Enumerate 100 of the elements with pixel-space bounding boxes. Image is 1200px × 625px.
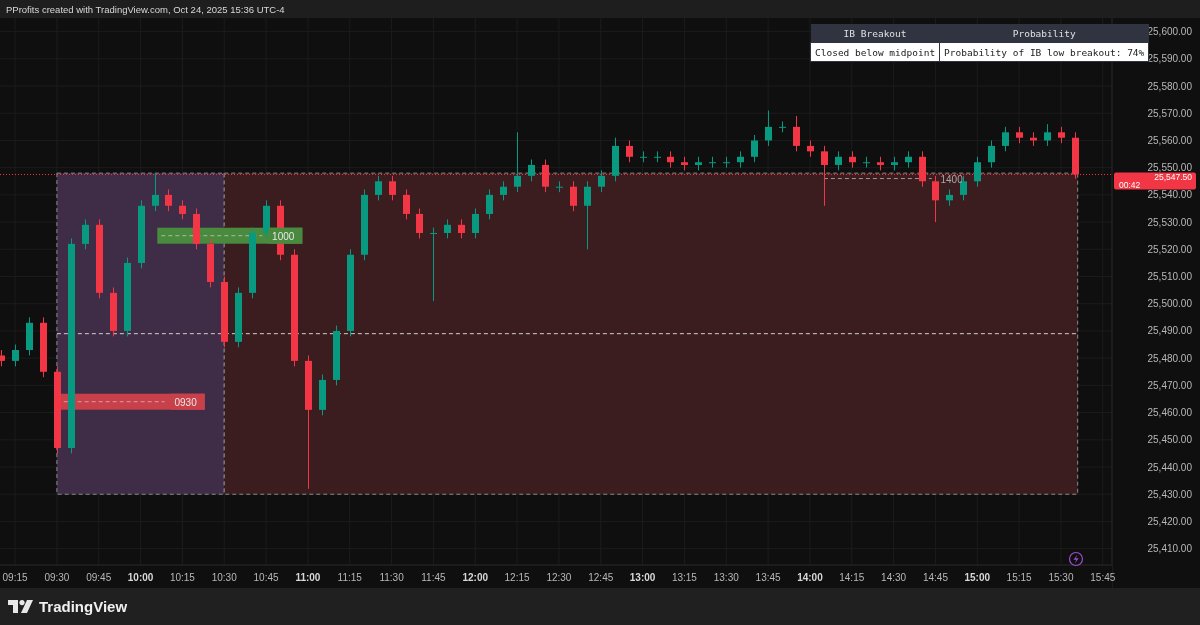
candle [891,156,898,171]
candle [444,218,451,239]
time-label: 13:00 [629,572,656,583]
candle [110,286,117,337]
price-label: 25,550.00 [1147,162,1192,174]
price-label: 25,410.00 [1147,543,1192,555]
candle [821,145,828,207]
candle [667,150,674,169]
time-label: 15:30 [1048,572,1074,583]
price-label: 25,420.00 [1147,515,1192,527]
candle [612,137,619,182]
candle [863,156,870,169]
candle [779,120,786,133]
candle [207,237,214,288]
column-header: Probability [939,24,1149,43]
time-label: 13:45 [755,572,781,583]
price-label: 25,440.00 [1147,461,1192,473]
candle [416,208,423,239]
price-label: 25,430.00 [1147,488,1192,500]
chart-caption: PProfits created with TradingView.com, Oct 24, 2025 15:36 UTC-4 [6,3,285,15]
candle [249,227,256,299]
candle [626,139,633,163]
price-label: 25,580.00 [1147,80,1192,92]
table-cell: Closed below midpoint [810,42,940,62]
candle [988,139,995,169]
candle [403,188,410,220]
time-label: 09:15 [2,572,28,583]
candle [695,156,702,171]
time-marker: 1400 [940,173,963,185]
candle [849,150,856,169]
price-label: 25,560.00 [1147,134,1192,146]
price-label: 25,510.00 [1147,271,1192,283]
time-label: 14:30 [881,572,907,583]
time-label: 10:45 [253,572,279,583]
candle [26,316,33,356]
candle [514,131,521,193]
price-label: 25,490.00 [1147,325,1192,337]
candle [319,374,326,416]
candle [528,159,535,182]
time-label: 11:00 [295,572,321,583]
candle [40,316,47,378]
time-label: 14:45 [922,572,948,583]
candle [556,180,563,193]
candle [152,172,159,212]
candle [681,156,688,171]
candle [877,156,884,171]
price-label: 25,470.00 [1147,379,1192,391]
time-label: 10:30 [211,572,237,583]
candle [0,349,5,367]
candle [570,180,577,212]
candle [793,115,800,152]
candle [165,188,172,212]
time-label: 15:45 [1090,572,1116,583]
candle [82,218,89,250]
logo-icon [8,599,34,614]
time-label: 11:30 [379,572,404,583]
candle [723,156,730,169]
candle [807,139,814,158]
price-label: 25,450.00 [1147,434,1192,446]
time-label: 12:30 [546,572,572,583]
candle [709,156,716,169]
candle [12,344,19,367]
candle [486,188,493,220]
candle [263,199,270,239]
candle [375,175,382,201]
time-label: 11:45 [421,572,446,583]
price-label: 25,570.00 [1147,107,1192,119]
lightning-icon [1068,551,1084,567]
candle [835,150,842,171]
candle [1030,131,1037,147]
candle [458,218,465,239]
time-label: 14:15 [839,572,865,583]
candle [765,110,772,147]
column-header: IB Breakout [810,24,940,43]
price-label: 25,520.00 [1147,243,1192,255]
time-label: 10:15 [169,572,195,583]
candle [946,188,953,207]
time-label: 15:00 [964,572,991,583]
time-label: 13:30 [713,572,739,583]
candle [389,175,396,201]
candle [640,150,647,163]
candle [221,276,228,348]
price-tag: 25,547.50 00:42 [1114,172,1196,190]
time-label: 12:45 [588,572,614,583]
candle [974,156,981,188]
candle [751,134,758,163]
candle [193,208,200,250]
candle [1002,126,1009,152]
time-label: 14:00 [797,572,823,583]
candle [472,208,479,239]
logo-text: TradingView [39,598,128,615]
price-label: 25,540.00 [1147,189,1192,201]
time-label: 10:00 [127,572,154,583]
time-label: 12:15 [504,572,530,583]
candle [1058,126,1065,144]
table-cell: Probability of IB low breakout: 74% [939,42,1149,62]
time-label: 15:15 [1006,572,1032,583]
candle [1016,126,1023,144]
candle [179,199,186,220]
price-label: 25,460.00 [1147,407,1192,419]
